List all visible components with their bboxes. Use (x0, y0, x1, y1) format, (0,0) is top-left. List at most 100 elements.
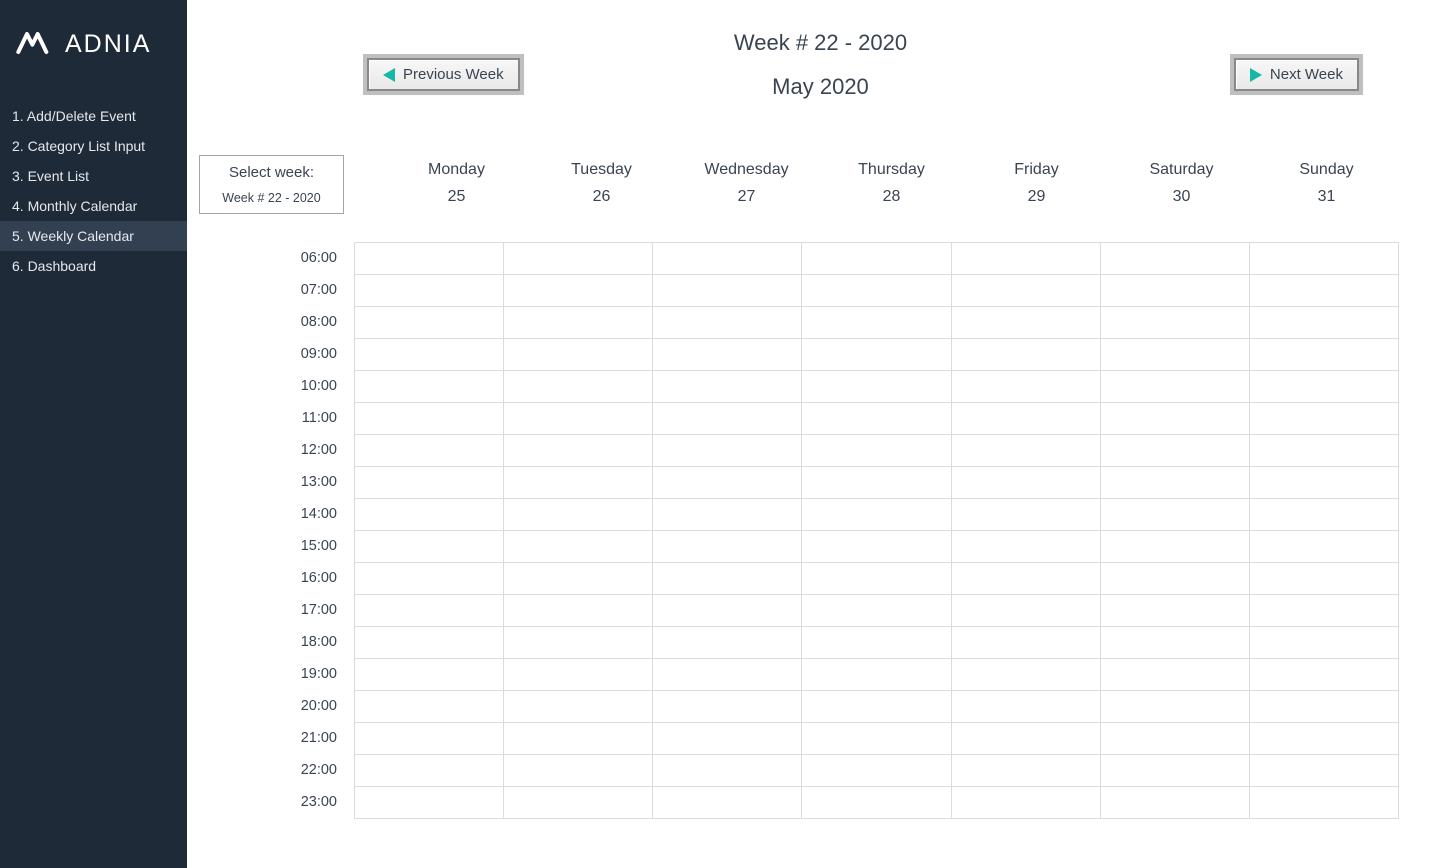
grid-cell[interactable] (1101, 403, 1250, 435)
grid-cell[interactable] (1250, 403, 1399, 435)
grid-cell[interactable] (355, 275, 504, 307)
grid-cell[interactable] (1250, 307, 1399, 339)
grid-cell[interactable] (952, 627, 1101, 659)
grid-cell[interactable] (1250, 563, 1399, 595)
grid-cell[interactable] (802, 435, 951, 467)
grid-cell[interactable] (355, 627, 504, 659)
grid-cell[interactable] (1101, 723, 1250, 755)
grid-cell[interactable] (1250, 755, 1399, 787)
grid-cell[interactable] (653, 627, 802, 659)
grid-cell[interactable] (952, 755, 1101, 787)
grid-cell[interactable] (653, 307, 802, 339)
grid-cell[interactable] (1250, 339, 1399, 371)
grid-cell[interactable] (504, 243, 653, 275)
grid-cell[interactable] (1250, 531, 1399, 563)
grid-cell[interactable] (653, 403, 802, 435)
grid-cell[interactable] (1250, 787, 1399, 819)
grid-cell[interactable] (952, 307, 1101, 339)
grid-cell[interactable] (802, 627, 951, 659)
grid-cell[interactable] (1101, 563, 1250, 595)
grid-cell[interactable] (504, 499, 653, 531)
grid-cell[interactable] (653, 691, 802, 723)
grid-cell[interactable] (1250, 435, 1399, 467)
grid-cell[interactable] (1250, 595, 1399, 627)
grid-cell[interactable] (1101, 755, 1250, 787)
grid-cell[interactable] (1101, 659, 1250, 691)
grid-cell[interactable] (1101, 787, 1250, 819)
grid-cell[interactable] (952, 339, 1101, 371)
grid-cell[interactable] (802, 531, 951, 563)
grid-cell[interactable] (802, 755, 951, 787)
grid-cell[interactable] (952, 659, 1101, 691)
grid-cell[interactable] (952, 371, 1101, 403)
grid-cell[interactable] (952, 499, 1101, 531)
grid-cell[interactable] (355, 691, 504, 723)
grid-cell[interactable] (355, 339, 504, 371)
grid-cell[interactable] (952, 275, 1101, 307)
grid-cell[interactable] (802, 595, 951, 627)
grid-cell[interactable] (504, 723, 653, 755)
grid-cell[interactable] (802, 499, 951, 531)
grid-cell[interactable] (653, 243, 802, 275)
grid-cell[interactable] (1250, 691, 1399, 723)
grid-cell[interactable] (1101, 339, 1250, 371)
grid-cell[interactable] (1101, 627, 1250, 659)
grid-cell[interactable] (504, 659, 653, 691)
grid-cell[interactable] (653, 371, 802, 403)
grid-cell[interactable] (653, 787, 802, 819)
grid-cell[interactable] (1250, 627, 1399, 659)
grid-cell[interactable] (504, 275, 653, 307)
grid-cell[interactable] (802, 403, 951, 435)
sidebar-item-monthly-calendar[interactable]: 4. Monthly Calendar (0, 191, 187, 221)
grid-cell[interactable] (355, 499, 504, 531)
grid-cell[interactable] (802, 563, 951, 595)
grid-cell[interactable] (952, 531, 1101, 563)
sidebar-item-weekly-calendar[interactable]: 5. Weekly Calendar (0, 221, 187, 251)
grid-cell[interactable] (1101, 243, 1250, 275)
grid-cell[interactable] (355, 595, 504, 627)
grid-cell[interactable] (1101, 691, 1250, 723)
grid-cell[interactable] (1101, 435, 1250, 467)
grid-cell[interactable] (952, 595, 1101, 627)
grid-cell[interactable] (1101, 307, 1250, 339)
grid-cell[interactable] (1250, 243, 1399, 275)
grid-cell[interactable] (504, 787, 653, 819)
grid-cell[interactable] (355, 531, 504, 563)
grid-cell[interactable] (802, 467, 951, 499)
grid-cell[interactable] (355, 787, 504, 819)
grid-cell[interactable] (355, 755, 504, 787)
grid-cell[interactable] (952, 563, 1101, 595)
grid-cell[interactable] (504, 371, 653, 403)
grid-cell[interactable] (952, 243, 1101, 275)
grid-cell[interactable] (1250, 371, 1399, 403)
grid-cell[interactable] (952, 435, 1101, 467)
grid-cell[interactable] (952, 403, 1101, 435)
grid-cell[interactable] (653, 531, 802, 563)
grid-cell[interactable] (1250, 467, 1399, 499)
grid-cell[interactable] (802, 723, 951, 755)
grid-cell[interactable] (504, 435, 653, 467)
sidebar-item-category-list-input[interactable]: 2. Category List Input (0, 131, 187, 161)
grid-cell[interactable] (504, 627, 653, 659)
grid-cell[interactable] (1101, 467, 1250, 499)
grid-cell[interactable] (952, 787, 1101, 819)
grid-cell[interactable] (1250, 723, 1399, 755)
grid-cell[interactable] (504, 403, 653, 435)
grid-cell[interactable] (952, 691, 1101, 723)
grid-cell[interactable] (355, 371, 504, 403)
grid-cell[interactable] (355, 243, 504, 275)
grid-cell[interactable] (504, 467, 653, 499)
grid-cell[interactable] (653, 435, 802, 467)
grid-cell[interactable] (1250, 659, 1399, 691)
grid-cell[interactable] (1250, 499, 1399, 531)
grid-cell[interactable] (504, 307, 653, 339)
grid-cell[interactable] (504, 691, 653, 723)
grid-cell[interactable] (653, 563, 802, 595)
grid-cell[interactable] (355, 563, 504, 595)
grid-cell[interactable] (1101, 595, 1250, 627)
grid-cell[interactable] (952, 723, 1101, 755)
grid-cell[interactable] (653, 499, 802, 531)
grid-cell[interactable] (802, 339, 951, 371)
week-selector[interactable]: Select week: Week # 22 - 2020 (199, 155, 344, 214)
grid-cell[interactable] (653, 339, 802, 371)
